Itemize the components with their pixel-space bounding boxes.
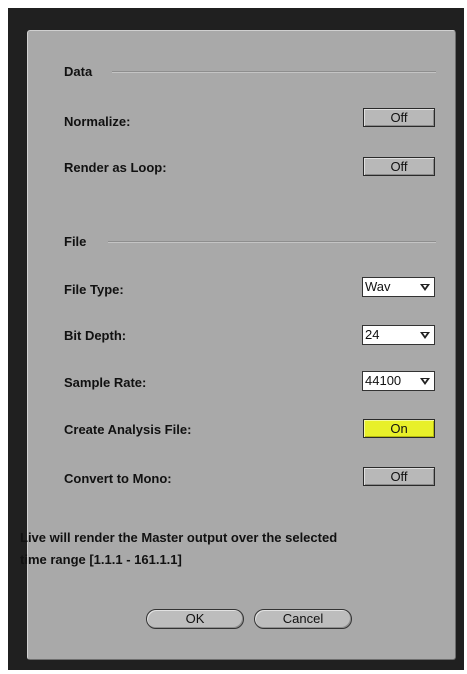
dropdown-arrow-icon — [420, 332, 430, 339]
sample-rate-value: 44100 — [365, 373, 402, 388]
file-type-select[interactable]: Wav — [362, 277, 435, 297]
render-settings-panel: Data Normalize: Off Render as Loop: Off … — [20, 30, 456, 660]
render-info-line-2: time range [1.1.1 - 161.1.1] — [20, 552, 182, 567]
convert-to-mono-toggle[interactable]: Off — [363, 467, 435, 486]
bit-depth-value: 24 — [365, 327, 380, 342]
bit-depth-label: Bit Depth: — [64, 328, 127, 343]
normalize-toggle[interactable]: Off — [363, 108, 435, 127]
ok-button[interactable]: OK — [146, 609, 244, 629]
dropdown-arrow-icon — [420, 284, 430, 291]
render-as-loop-label: Render as Loop: — [64, 160, 167, 175]
section-title-data: Data — [64, 64, 93, 79]
convert-to-mono-label: Convert to Mono: — [64, 471, 172, 486]
sample-rate-label: Sample Rate: — [64, 375, 147, 390]
section-divider-data — [112, 71, 436, 73]
render-as-loop-toggle[interactable]: Off — [363, 157, 435, 176]
cancel-button[interactable]: Cancel — [254, 609, 352, 629]
render-dialog-window: Data Normalize: Off Render as Loop: Off … — [8, 8, 464, 670]
section-divider-file — [108, 241, 436, 243]
section-title-file: File — [64, 234, 87, 249]
render-info-text: Live will render the Master output over … — [20, 527, 460, 571]
create-analysis-file-label: Create Analysis File: — [64, 422, 192, 437]
dropdown-arrow-icon — [420, 378, 430, 385]
sample-rate-select[interactable]: 44100 — [362, 371, 435, 391]
create-analysis-file-toggle[interactable]: On — [363, 419, 435, 438]
file-type-label: File Type: — [64, 282, 124, 297]
render-info-line-1: Live will render the Master output over … — [20, 530, 338, 545]
normalize-label: Normalize: — [64, 114, 131, 129]
bit-depth-select[interactable]: 24 — [362, 325, 435, 345]
file-type-value: Wav — [365, 279, 391, 294]
